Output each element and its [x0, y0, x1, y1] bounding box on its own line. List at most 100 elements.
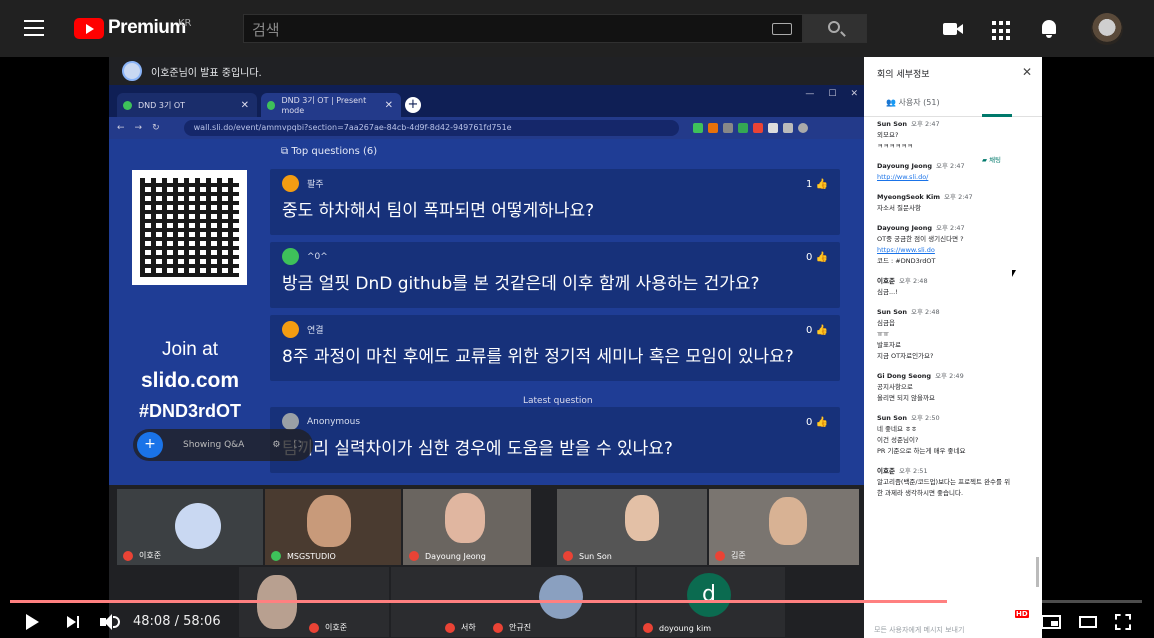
notifications-icon[interactable]	[1040, 19, 1060, 39]
message-text: PR 기준으로 하는게 매우 좋네요	[877, 447, 966, 455]
message-link[interactable]: https://www.sli.do	[877, 245, 1037, 256]
new-tab-icon[interactable]: +	[405, 97, 421, 113]
participant-name: 이호준	[139, 551, 162, 560]
extension-icon[interactable]	[782, 123, 793, 133]
presenting-text: 이호준님이 발표 중입니다.	[151, 67, 262, 79]
hd-badge: HD	[1015, 610, 1029, 618]
profile-icon[interactable]	[797, 123, 808, 133]
message-text: 코드 : #DND3rdOT	[877, 257, 936, 265]
question-author: ^0^	[307, 251, 328, 262]
message-text: 알고리즘(백준/코드업)보다는 프로젝트 완수를 위	[877, 478, 1011, 486]
keyboard-icon[interactable]	[772, 23, 792, 35]
message-time: 오후 2:50	[910, 414, 940, 422]
extension-icon[interactable]	[722, 123, 733, 133]
video-player[interactable]: 이호준님이 발표 중입니다. DND 3기 OT ✕ DND 3기 OT | Pr…	[0, 57, 1154, 638]
message-time: 오후 2:47	[910, 120, 940, 128]
showing-label: Showing Q&A	[183, 440, 245, 450]
close-window-icon[interactable]: ✕	[850, 89, 858, 99]
extension-icon[interactable]	[752, 123, 763, 133]
browser-tab[interactable]: DND 3기 OT ✕	[117, 93, 257, 117]
tab-label: DND 3기 OT | Present mode	[281, 96, 367, 115]
miniplayer-icon[interactable]	[1041, 615, 1061, 629]
participant-tile: Dayoung Jeong	[403, 489, 531, 565]
close-icon[interactable]: ✕	[1022, 65, 1032, 79]
chat-message: Dayoung Jeong 오후 2:47 http://ww.sli.do/	[877, 161, 1037, 183]
user-avatar-icon	[282, 175, 299, 192]
message-link[interactable]: http://ww.sli.do/	[877, 172, 1037, 183]
message-text: 네 좋네요 ㅎㅎ	[877, 425, 918, 433]
play-icon[interactable]	[26, 614, 39, 630]
message-text: 올리면 되지 않을까요	[877, 394, 935, 402]
tab-people[interactable]: 👥 사용자 (51)	[886, 97, 940, 108]
message-author: Sun Son	[877, 120, 907, 128]
search-icon	[828, 21, 840, 33]
scrollbar[interactable]	[1036, 557, 1039, 587]
likes-count: 0 👍	[805, 252, 828, 263]
youtube-header: Premium KR 검색	[0, 0, 1154, 57]
fullscreen-icon[interactable]: ⛶	[294, 440, 300, 450]
message-author: Dayoung Jeong	[877, 162, 933, 170]
nav-arrows-icon[interactable]: ←→↻	[117, 123, 170, 133]
message-author: Dayoung Jeong	[877, 224, 933, 232]
settings-icon[interactable]: ⚙	[272, 440, 280, 450]
panel-tabs: 👥 사용자 (51) ▰ 채팅	[864, 93, 1042, 164]
apps-icon[interactable]	[992, 21, 1012, 41]
message-author: 이호준	[877, 467, 895, 475]
search-button[interactable]	[803, 14, 867, 43]
extension-icon[interactable]	[737, 123, 748, 133]
participant-video	[307, 495, 351, 547]
participant-tile: 김준	[709, 489, 859, 565]
chat-message: 이호준 오후 2:51 알고리즘(백준/코드업)보다는 프로젝트 완수를 위한 과제…	[877, 466, 1037, 499]
message-time: 오후 2:47	[936, 162, 965, 170]
question-author: Anonymous	[307, 416, 361, 427]
presenter-toolbar: + Showing Q&A ⚙ ⛶	[133, 429, 313, 461]
browser-tabbar: DND 3기 OT ✕ DND 3기 OT | Present mode ✕ + —…	[109, 85, 864, 117]
progress-bar[interactable]	[10, 600, 1142, 603]
chat-message: 이호준 오후 2:48 심금...!	[877, 276, 1037, 298]
participant-name: MSGSTUDIO	[287, 551, 336, 561]
question-card: 팔주 1 👍 중도 하차해서 팀이 폭파되면 어떻게하나요?	[270, 169, 840, 235]
question-author: 연결	[307, 326, 324, 336]
question-text: 팀끼리 실력차이가 심한 경우에 도움을 받을 수 있나요?	[282, 439, 673, 459]
minimize-icon[interactable]: —	[805, 89, 814, 99]
message-author: Sun Son	[877, 308, 907, 316]
participant-tile: Sun Son	[557, 489, 707, 565]
participant-video	[445, 493, 485, 543]
question-card: 연결 0 👍 8주 과정이 마친 후에도 교류를 위한 정기적 세미나 혹은 모…	[270, 315, 840, 381]
address-input[interactable]: wall.sli.do/event/ammvpqbi?section=7aa26…	[183, 120, 679, 136]
add-icon[interactable]: +	[137, 432, 163, 458]
close-icon[interactable]: ✕	[385, 100, 393, 111]
browser-tab[interactable]: DND 3기 OT | Present mode ✕	[261, 93, 401, 117]
join-code: #DND3rdOT	[138, 401, 241, 421]
join-line: Join at	[162, 339, 218, 360]
youtube-logo[interactable]: Premium KR	[74, 17, 192, 39]
participant-name: 김준	[731, 551, 746, 560]
extension-icon[interactable]	[707, 123, 718, 133]
create-video-icon[interactable]	[943, 19, 963, 39]
close-icon[interactable]: ✕	[241, 100, 249, 111]
mouse-cursor-icon	[1012, 270, 1016, 277]
message-text: 자소서 질문사항	[877, 204, 921, 212]
extension-icon[interactable]	[692, 123, 703, 133]
message-text: OT중 궁금한 점이 생기신다면 ?	[877, 235, 964, 243]
menu-icon[interactable]	[24, 20, 44, 36]
search-input[interactable]: 검색	[243, 14, 803, 43]
meeting-details-panel: 회의 세부정보 ✕ 👥 사용자 (51) ▰ 채팅 Sun Son 오후 2:47…	[864, 57, 1042, 638]
meet-presenting-bar: 이호준님이 발표 중입니다.	[109, 57, 864, 85]
message-text: 이건 성준님이?	[877, 436, 919, 444]
extension-icon[interactable]	[767, 123, 778, 133]
buffered-bar	[10, 600, 961, 603]
maximize-icon[interactable]: ☐	[828, 89, 836, 99]
account-avatar[interactable]	[1091, 13, 1123, 45]
fullscreen-icon[interactable]	[1115, 614, 1131, 630]
message-time: 오후 2:47	[944, 193, 973, 201]
message-text: 공지사항으로	[877, 383, 913, 391]
subtitles-icon[interactable]	[970, 616, 988, 629]
theater-mode-icon[interactable]	[1079, 616, 1097, 628]
join-url: slido.com	[140, 369, 240, 392]
extension-icons	[692, 123, 808, 133]
chat-message: Gi Dong Seong 오후 2:49 공지사항으로 올리면 되지 않을까요	[877, 371, 1037, 404]
participant-tile: MSGSTUDIO	[265, 489, 401, 565]
chat-message: MyeongSeok Kim 오후 2:47 자소서 질문사항	[877, 192, 1037, 214]
chat-message: Sun Son 오후 2:50 네 좋네요 ㅎㅎ 이건 성준님이? PR 기준으로 하는…	[877, 413, 1037, 457]
